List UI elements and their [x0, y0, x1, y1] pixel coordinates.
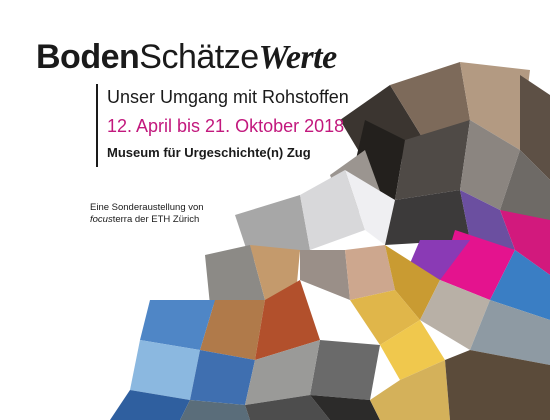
collage-facet: [190, 350, 255, 405]
exhibition-dates: 12. April bis 21. Oktober 2018: [107, 116, 345, 136]
credit-line-2-rest: terra der ETH Zürich: [112, 214, 200, 225]
credit-brand: focus: [90, 214, 113, 225]
credit-line-2: focusterra der ETH Zürich: [90, 214, 204, 226]
organizer-credit: Eine Sonderaustellung von focusterra der…: [90, 202, 204, 226]
title-part-boden: Boden: [36, 38, 140, 76]
collage-facet: [130, 340, 200, 400]
collage-facet: [310, 340, 380, 400]
exhibition-poster: BodenSchätzeWerte Unser Umgang mit Rohst…: [0, 0, 550, 420]
credit-line-1: Eine Sonderaustellung von: [90, 202, 204, 213]
title-part-werte: Werte: [258, 39, 338, 76]
exhibition-title: BodenSchätzeWerte: [36, 38, 337, 77]
exhibition-subtitle: Unser Umgang mit Rohstoffen: [107, 87, 349, 107]
title-part-schaetze: Schätze: [139, 38, 259, 76]
collage-facet: [300, 250, 350, 300]
museum-name: Museum für Urgeschichte(n) Zug: [107, 145, 311, 160]
divider-line: [96, 84, 98, 167]
